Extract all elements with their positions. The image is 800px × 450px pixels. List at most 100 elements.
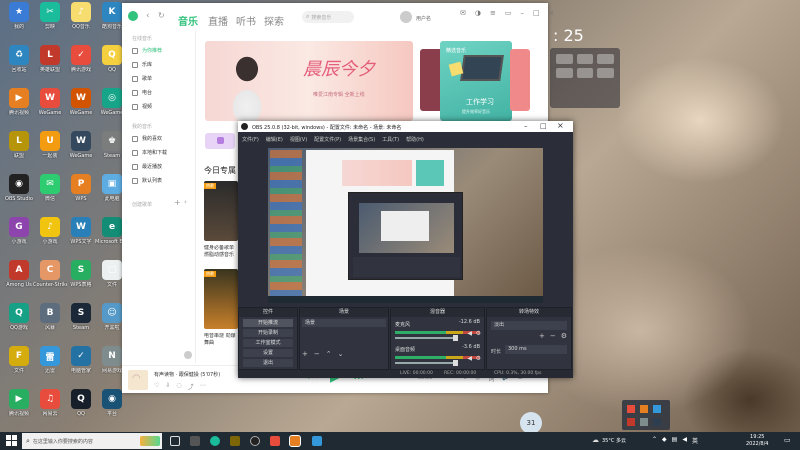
task-view-icon[interactable]: [170, 436, 180, 446]
back-icon[interactable]: ‹: [146, 11, 150, 21]
minimize-icon[interactable]: –: [520, 9, 524, 17]
more-icon[interactable]: ⋯: [200, 382, 206, 391]
remove-transition-icon[interactable]: −: [550, 332, 556, 340]
widget-icon[interactable]: [597, 68, 614, 78]
desktop-icon[interactable]: U 一起装: [33, 131, 67, 171]
mail-icon[interactable]: ✉: [460, 9, 466, 17]
username[interactable]: 用户名: [416, 15, 431, 22]
taskbar-app-icon[interactable]: [270, 436, 280, 446]
scene-item[interactable]: 场景: [302, 319, 386, 327]
taskbar-clock[interactable]: 19:25 2022/8/4: [746, 434, 768, 448]
main-banner[interactable]: 晨辰今夕 唯爱江南专辑 全新上线: [205, 41, 413, 121]
add-transition-icon[interactable]: +: [539, 332, 545, 340]
desktop-icon[interactable]: Q QQ: [64, 389, 98, 429]
like-icon[interactable]: ♡: [154, 382, 159, 391]
album-cover[interactable]: ◠: [128, 370, 148, 390]
tray-popup-icon[interactable]: [640, 418, 648, 426]
taskbar-app-icon[interactable]: [289, 435, 301, 447]
tab-music[interactable]: 音乐: [178, 13, 198, 28]
sidebar-item[interactable]: 电台: [132, 89, 152, 96]
obs-menu-item[interactable]: 视图(V): [290, 137, 307, 142]
obs-close-icon[interactable]: ×: [557, 121, 564, 130]
desktop-icon[interactable]: S WPS表格: [64, 260, 98, 300]
sidebar-item[interactable]: 默认列表: [132, 177, 162, 184]
remove-scene-icon[interactable]: −: [314, 350, 320, 358]
avatar[interactable]: [400, 11, 412, 23]
obs-control-button[interactable]: 退出: [243, 359, 293, 367]
desktop-icon[interactable]: F 文件: [2, 346, 36, 386]
desktop-icon[interactable]: W WeGame: [33, 88, 67, 128]
feature-pill[interactable]: [205, 133, 235, 149]
desktop-icon[interactable]: G 小游戏: [2, 217, 36, 257]
weather-tray[interactable]: ☁ 35°C 多云: [592, 436, 626, 444]
card-2-text[interactable]: 电音串烧 劲爆舞曲: [204, 333, 240, 347]
chevron-up-icon[interactable]: ⌃: [652, 436, 657, 445]
desktop-icon[interactable]: ▶ 腾讯视频: [2, 389, 36, 429]
slider-handle[interactable]: [453, 335, 458, 341]
obs-menu-item[interactable]: 场景集合(S): [348, 137, 375, 142]
desktop-icon[interactable]: P WPS: [64, 174, 98, 214]
tray-popup-icon[interactable]: [627, 405, 635, 413]
taskbar-app-icon[interactable]: [190, 436, 200, 446]
desktop-icon[interactable]: ♫ 网易云: [33, 389, 67, 429]
transition-select[interactable]: 淡出: [491, 321, 567, 330]
obs-maximize-icon[interactable]: □: [540, 122, 547, 130]
scroll-dot[interactable]: [184, 351, 192, 359]
menu-icon[interactable]: ≡: [490, 9, 496, 17]
tray-popup-icon[interactable]: [627, 418, 635, 426]
sidebar-item[interactable]: 我的喜欢: [132, 135, 162, 142]
desktop-icon[interactable]: ◉ OBS Studio: [2, 174, 36, 214]
now-playing[interactable]: 有声读物 · 跟保健操 (5'07秒): [154, 371, 220, 378]
shield-icon[interactable]: ◆: [662, 436, 667, 445]
taskbar-search-input[interactable]: ⌕ 在这里输入你要搜索的内容: [22, 433, 162, 449]
widget-icon[interactable]: [556, 54, 573, 64]
side-banner-right[interactable]: [510, 49, 530, 111]
add-scene-icon[interactable]: +: [302, 350, 308, 358]
obs-menu-item[interactable]: 帮助(H): [406, 137, 424, 142]
sidebar-item[interactable]: 歌单: [132, 75, 152, 82]
start-icon[interactable]: [6, 435, 17, 446]
maximize-icon[interactable]: □: [533, 9, 540, 17]
card-1-text[interactable]: 健身必备歌单 燃脂动感音乐: [204, 245, 240, 259]
desktop-icon[interactable]: ♻ 回收站: [2, 45, 36, 85]
obs-control-button[interactable]: 开始录制: [243, 329, 293, 337]
obs-taskbar-icon[interactable]: [250, 436, 260, 446]
desktop-icon[interactable]: ★ 我的: [2, 2, 36, 42]
playlist-card-2[interactable]: 热歌: [204, 269, 238, 329]
volume-slider[interactable]: [395, 360, 458, 366]
widget-icon[interactable]: [576, 68, 594, 78]
desktop-icon[interactable]: B 风暴: [33, 303, 67, 343]
obs-menu-item[interactable]: 编辑(E): [266, 137, 283, 142]
obs-menu-item[interactable]: 文件(F): [242, 137, 259, 142]
desktop-icon[interactable]: ▶ 腾讯视频: [2, 88, 36, 128]
track-gear-icon[interactable]: ⚙: [476, 330, 481, 337]
desktop-icon[interactable]: W WPS文字: [64, 217, 98, 257]
widget-icon[interactable]: [597, 54, 614, 64]
taskbar-app-icon[interactable]: [312, 436, 322, 446]
mini-icon[interactable]: ▭: [505, 9, 512, 17]
tray-popup-icon[interactable]: [653, 405, 661, 413]
desktop-icon[interactable]: W WeGame: [64, 88, 98, 128]
close-icon[interactable]: ×: [549, 9, 555, 17]
transition-gear-icon[interactable]: ⚙: [561, 332, 567, 340]
input-lang[interactable]: 英: [692, 436, 698, 445]
tab-live[interactable]: 直播: [208, 13, 228, 28]
desktop-icon[interactable]: ♪ QQ音乐: [64, 2, 98, 42]
network-icon[interactable]: ▤: [672, 436, 678, 445]
collapse-icon[interactable]: ‹: [184, 198, 187, 206]
desktop-icon[interactable]: ✓ 电脑管家: [64, 346, 98, 386]
sidebar-item[interactable]: 为你推荐: [132, 47, 162, 54]
desktop-icon[interactable]: ✂ 剪映: [33, 2, 67, 42]
desktop-icon[interactable]: L 联盟: [2, 131, 36, 171]
sidebar-item[interactable]: 乐库: [132, 61, 152, 68]
desktop-icon[interactable]: ✓ 腾讯游戏: [64, 45, 98, 85]
playlist-card-1[interactable]: 热歌: [204, 181, 238, 241]
speaker-icon[interactable]: ◀: [467, 330, 472, 337]
speaker-icon[interactable]: ◀: [467, 355, 472, 362]
sidebar-item[interactable]: 视频: [132, 103, 152, 110]
refresh-icon[interactable]: ↻: [158, 11, 165, 20]
desktop-icon[interactable]: 雷迅雷: [33, 346, 67, 386]
track-gear-icon[interactable]: ⚙: [476, 355, 481, 362]
obs-minimize-icon[interactable]: –: [524, 122, 528, 130]
add-playlist-icon[interactable]: +: [174, 198, 181, 207]
